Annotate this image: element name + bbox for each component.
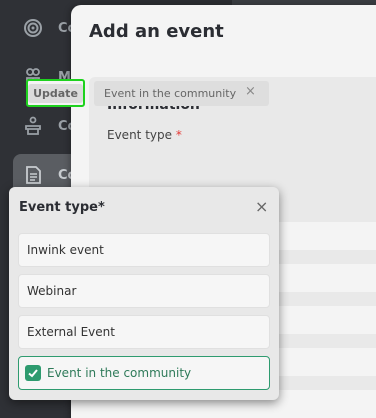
- sidebar-item-1[interactable]: Co: [0, 8, 80, 48]
- document-icon: [22, 164, 44, 186]
- selected-event-type: Event in the community: [104, 87, 237, 100]
- update-label: Update: [28, 83, 83, 103]
- remove-chip-icon[interactable]: ×: [245, 84, 256, 99]
- dropdown-title: Event type*: [19, 200, 105, 215]
- option-label: Event in the community: [47, 366, 192, 380]
- option-external-event[interactable]: External Event: [18, 315, 270, 349]
- sidebar-item-3[interactable]: Co: [0, 106, 80, 146]
- option-event-in-the-community[interactable]: Event in the community: [18, 356, 270, 390]
- option-inwink-event[interactable]: Inwink event: [18, 233, 270, 267]
- update-button[interactable]: Update: [26, 79, 85, 107]
- podium-icon: [22, 115, 44, 137]
- required-mark: *: [175, 128, 182, 142]
- selected-event-type-chip: Event in the community ×: [94, 81, 269, 106]
- event-type-label: Event type *: [107, 128, 182, 142]
- option-webinar[interactable]: Webinar: [18, 274, 270, 308]
- option-label: Webinar: [27, 284, 77, 298]
- option-label: External Event: [27, 325, 115, 339]
- checkbox-checked-icon[interactable]: [25, 365, 41, 381]
- modal-title: Add an event: [89, 21, 224, 42]
- event-type-dropdown: Event type* × Inwink event Webinar Exter…: [9, 187, 279, 400]
- option-label: Inwink event: [27, 243, 104, 257]
- target-icon: [22, 17, 44, 39]
- close-icon[interactable]: ×: [255, 197, 268, 216]
